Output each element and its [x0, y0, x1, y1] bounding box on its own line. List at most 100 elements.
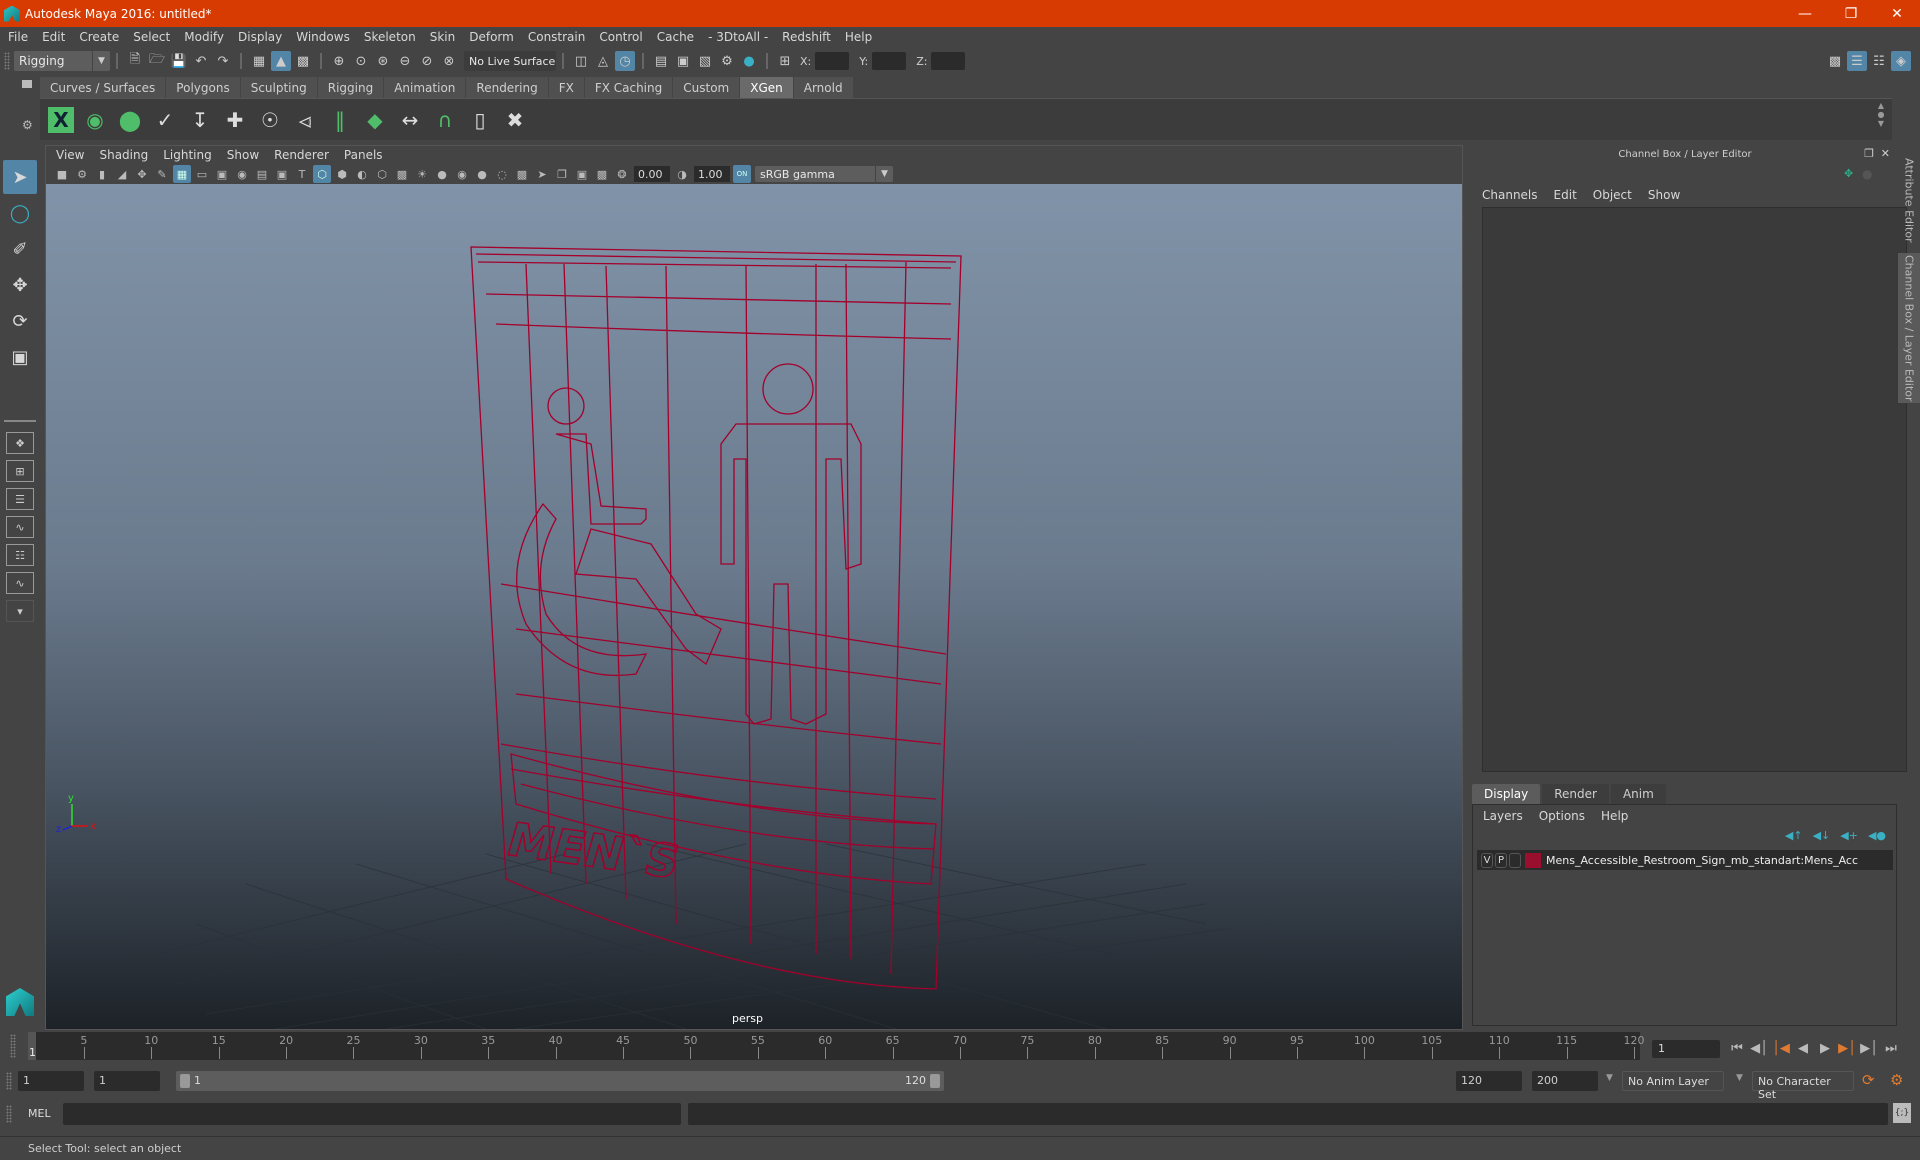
- grip-handle[interactable]: [4, 52, 10, 70]
- lock-guide-icon[interactable]: ⏿: [291, 105, 319, 135]
- new-scene-icon[interactable]: 🗎: [125, 51, 145, 71]
- modeling-toolkit-icon[interactable]: ▩: [1825, 51, 1845, 71]
- add-guide-icon[interactable]: ✚: [221, 105, 249, 135]
- layer-menu-help[interactable]: Help: [1601, 809, 1628, 823]
- live-surface-field[interactable]: No Live Surface: [464, 51, 556, 71]
- lasso-tool-icon[interactable]: ◯: [3, 196, 37, 230]
- motion-blur-icon[interactable]: ●: [473, 165, 491, 183]
- new-layer-selected-icon[interactable]: ◀●: [1868, 829, 1886, 842]
- hypershade-layout-icon[interactable]: ☷: [6, 544, 34, 566]
- new-layer-icon[interactable]: ◀+: [1840, 829, 1858, 842]
- menu-file[interactable]: File: [8, 30, 28, 44]
- layer-name[interactable]: Mens_Accessible_Restroom_Sign_mb_standar…: [1546, 854, 1858, 867]
- shelf-tab-custom[interactable]: Custom: [673, 77, 740, 98]
- layer-row[interactable]: V P Mens_Accessible_Restroom_Sign_mb_sta…: [1477, 850, 1893, 870]
- 2d-pan-zoom-icon[interactable]: ✥: [133, 165, 151, 183]
- anti-aliasing-icon[interactable]: ◌: [493, 165, 511, 183]
- region-icon[interactable]: ▯: [466, 105, 494, 135]
- shelf-scroll[interactable]: ▲ ● ▼: [1874, 101, 1888, 137]
- step-forward-key-icon[interactable]: ▶│: [1858, 1037, 1880, 1059]
- scroll-up-icon[interactable]: ▲: [1878, 101, 1884, 110]
- grip-handle[interactable]: [6, 1072, 12, 1090]
- step-forward-frame-icon[interactable]: ▶│: [1836, 1037, 1858, 1059]
- step-back-frame-icon[interactable]: │◀: [1770, 1037, 1792, 1059]
- wireframe-icon[interactable]: ⬡: [313, 165, 331, 183]
- vp-menu-panels[interactable]: Panels: [344, 148, 383, 162]
- channel-box-toggle-icon[interactable]: ◈: [1891, 51, 1911, 71]
- sculpt-guides-icon[interactable]: ‖: [326, 105, 354, 135]
- range-end-handle[interactable]: [930, 1074, 940, 1088]
- layer-display-type-toggle[interactable]: [1509, 852, 1521, 868]
- auto-key-icon[interactable]: ⟳: [1862, 1071, 1875, 1089]
- output-ops-icon[interactable]: ◬: [593, 51, 613, 71]
- shelf-settings-gear-icon[interactable]: ⚙: [22, 118, 33, 132]
- xray-icon[interactable]: ⬡: [373, 165, 391, 183]
- layer-tab-display[interactable]: Display: [1472, 784, 1541, 804]
- exposure-icon[interactable]: ❂: [613, 165, 631, 183]
- render-settings-icon[interactable]: ⚙: [717, 51, 737, 71]
- layer-tab-anim[interactable]: Anim: [1610, 784, 1666, 804]
- z-coordinate-field[interactable]: [931, 52, 966, 70]
- grip-handle[interactable]: [6, 1105, 12, 1123]
- isolate-select-icon[interactable]: ➤: [533, 165, 551, 183]
- shelf-tab-curves-surfaces[interactable]: Curves / Surfaces: [40, 77, 166, 98]
- shelf-tab-fx[interactable]: FX: [548, 77, 584, 98]
- open-scene-icon[interactable]: 🗁: [147, 51, 167, 71]
- shelf-tab-rendering[interactable]: Rendering: [466, 77, 548, 98]
- shelf-tab-arnold[interactable]: Arnold: [793, 77, 853, 98]
- move-tool-icon[interactable]: ✥: [3, 268, 37, 302]
- paint-select-tool-icon[interactable]: ✐: [3, 232, 37, 266]
- go-to-start-icon[interactable]: ⏮: [1726, 1037, 1748, 1059]
- menu-cache[interactable]: Cache: [657, 30, 694, 44]
- attribute-editor-tab[interactable]: Attribute Editor: [1898, 155, 1920, 245]
- manipulator-icon[interactable]: ✥: [1844, 167, 1853, 180]
- time-slider[interactable]: 5 10 15 20 25 30 35 40 45 50 55 60 65 70 75 80 85 90 95 100…: [28, 1032, 1645, 1060]
- cb-menu-show[interactable]: Show: [1648, 188, 1680, 202]
- resolution-gate-icon[interactable]: ▣: [213, 165, 231, 183]
- select-tool-icon[interactable]: ➤: [3, 160, 37, 194]
- safe-title-icon[interactable]: T: [293, 165, 311, 183]
- move-layer-down-icon[interactable]: ◀↓: [1813, 829, 1831, 842]
- play-backward-icon[interactable]: ◀: [1792, 1037, 1814, 1059]
- single-perspective-layout-icon[interactable]: ❖: [6, 432, 34, 454]
- menu-modify[interactable]: Modify: [184, 30, 224, 44]
- menu-help[interactable]: Help: [845, 30, 872, 44]
- safe-action-icon[interactable]: ▣: [273, 165, 291, 183]
- render-frame-icon[interactable]: ▣: [673, 51, 693, 71]
- textured-icon[interactable]: ▩: [393, 165, 411, 183]
- construction-history-icon[interactable]: ◷: [615, 51, 635, 71]
- outliner-persp-layout-icon[interactable]: ☰: [6, 488, 34, 510]
- clear-preview-icon[interactable]: ⬤: [116, 105, 144, 135]
- playback-start-field[interactable]: 1: [94, 1071, 160, 1091]
- menuset-dropdown[interactable]: Rigging ▼: [14, 51, 110, 71]
- script-editor-icon[interactable]: {;}: [1893, 1103, 1911, 1123]
- gate-mask-icon[interactable]: ◉: [233, 165, 251, 183]
- character-set-arrow-icon[interactable]: ▼: [1736, 1073, 1743, 1083]
- ipr-render-icon[interactable]: ▧: [695, 51, 715, 71]
- close-button[interactable]: ✕: [1874, 0, 1920, 27]
- vp-menu-view[interactable]: View: [56, 148, 84, 162]
- menu-redshift[interactable]: Redshift: [782, 30, 831, 44]
- menu-control[interactable]: Control: [599, 30, 642, 44]
- current-time-field[interactable]: 1: [1652, 1040, 1720, 1058]
- x-coordinate-field[interactable]: [815, 52, 850, 70]
- input-ops-icon[interactable]: ◫: [571, 51, 591, 71]
- gamma-field[interactable]: 1.00: [694, 166, 730, 182]
- rotate-tool-icon[interactable]: ⟳: [3, 304, 37, 338]
- snap-point-icon[interactable]: ⊛: [373, 51, 393, 71]
- playback-end-field[interactable]: 120: [1456, 1071, 1522, 1091]
- menu-skin[interactable]: Skin: [430, 30, 456, 44]
- channel-box-layer-editor-tab[interactable]: Channel Box / Layer Editor: [1898, 253, 1920, 403]
- anim-layer-dropdown[interactable]: No Anim Layer: [1622, 1071, 1724, 1091]
- exposure-field[interactable]: 0.00: [634, 166, 670, 182]
- restore-button[interactable]: ❐: [1828, 0, 1874, 27]
- animation-end-field[interactable]: 200: [1532, 1071, 1598, 1091]
- cb-menu-channels[interactable]: Channels: [1482, 188, 1538, 202]
- snap-curve-icon[interactable]: ⊙: [351, 51, 371, 71]
- density-icon[interactable]: ◆: [361, 105, 389, 135]
- shadows-icon[interactable]: ●: [433, 165, 451, 183]
- guide-length-icon[interactable]: ↔: [396, 105, 424, 135]
- more-layouts-icon[interactable]: ▾: [6, 600, 34, 622]
- place-guides-icon[interactable]: ↧: [186, 105, 214, 135]
- color-management-toggle[interactable]: ON: [733, 165, 751, 183]
